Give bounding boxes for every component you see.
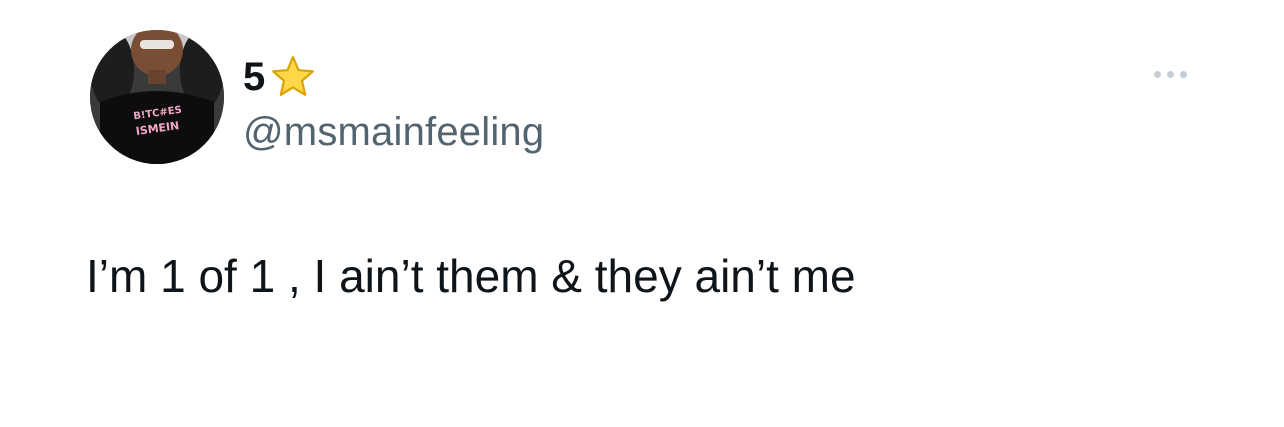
avatar-photo: B!TC#ES ISMEIN <box>90 30 224 164</box>
star-icon <box>272 55 315 96</box>
more-horizontal-icon <box>1166 70 1174 78</box>
tweet-text: I’m 1 of 1 , I ain’t them & they ain’t m… <box>86 250 856 302</box>
display-name-text: 5 <box>243 55 266 99</box>
more-options-button[interactable] <box>1140 62 1200 86</box>
avatar[interactable]: B!TC#ES ISMEIN <box>90 30 224 164</box>
more-horizontal-icon <box>1153 70 1161 78</box>
more-horizontal-icon <box>1179 70 1187 78</box>
author-handle[interactable]: @msmainfeeling <box>243 108 544 156</box>
tweet-card: B!TC#ES ISMEIN 5 @msmainfeeling I’m 1 of… <box>0 0 1284 427</box>
author-display-name[interactable]: 5 <box>243 52 317 102</box>
